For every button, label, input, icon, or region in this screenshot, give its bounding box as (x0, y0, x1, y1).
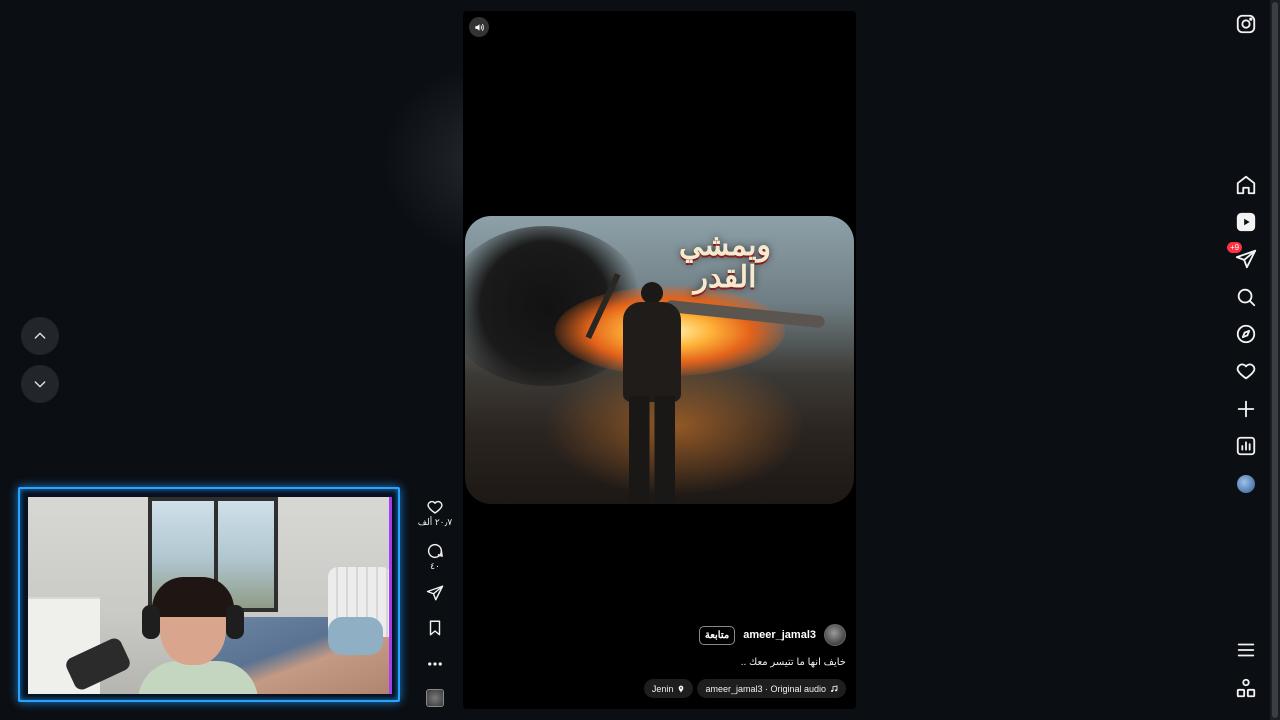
comments-count: ٤٠ (430, 561, 440, 571)
audio-chip[interactable]: ameer_jamal3 · Original audio (697, 679, 846, 698)
plus-icon (1237, 400, 1255, 418)
comment-button[interactable]: ٤٠ (419, 542, 451, 572)
nav-search[interactable] (1233, 284, 1259, 310)
chart-icon (1236, 436, 1256, 456)
bookmark-icon (429, 620, 441, 636)
streamer-figure (138, 577, 258, 694)
avatar-icon (1237, 475, 1255, 493)
author-avatar[interactable] (824, 624, 846, 646)
follow-button[interactable]: متابعة (698, 625, 736, 645)
reel-chips: ameer_jamal3 · Original audio Jenin (643, 679, 846, 698)
messages-badge: +9 (1227, 242, 1243, 253)
audio-label: ameer_jamal3 · Original audio (705, 683, 826, 694)
nav-also-from-meta[interactable] (1233, 675, 1259, 701)
chevron-down-icon (34, 381, 46, 388)
soldier-figure (623, 302, 681, 402)
save-button[interactable] (419, 619, 451, 637)
speaker-icon (474, 23, 484, 31)
nav-home[interactable] (1233, 172, 1259, 198)
location-chip[interactable]: Jenin (643, 679, 694, 698)
apps-icon (1236, 678, 1256, 698)
music-note-icon (831, 685, 838, 692)
chevron-up-icon (34, 332, 46, 339)
send-icon (426, 585, 444, 601)
audio-page-button[interactable] (419, 689, 451, 707)
location-pin-icon (679, 685, 684, 692)
search-icon (1237, 288, 1256, 307)
nav-more[interactable] (1233, 637, 1259, 663)
home-icon (1236, 175, 1256, 195)
ellipsis-icon (428, 662, 442, 666)
video-frame: ويمشي القدر (465, 216, 854, 504)
comment-icon (427, 543, 443, 559)
more-options-button[interactable] (419, 655, 451, 673)
page-scrollbar[interactable] (1270, 0, 1280, 720)
audio-thumbnail (426, 689, 444, 707)
instagram-icon (1236, 14, 1256, 34)
next-reel-button[interactable] (21, 365, 59, 403)
nav-explore[interactable] (1233, 321, 1259, 347)
nav-messages[interactable]: +9 (1227, 242, 1259, 272)
heart-icon (427, 500, 443, 514)
nav-dashboard[interactable] (1233, 433, 1259, 459)
author-row: ameer_jamal3 متابعة (698, 624, 846, 646)
reel-player[interactable]: ويمشي القدر ameer_jamal3 متابعة خايف انه… (463, 11, 856, 709)
previous-reel-button[interactable] (21, 317, 59, 355)
location-label: Jenin (651, 683, 674, 694)
author-name[interactable]: ameer_jamal3 (743, 629, 816, 641)
menu-icon (1237, 643, 1255, 657)
likes-count: ٢٠٫٧ ألف (417, 517, 453, 527)
compass-icon (1236, 324, 1256, 344)
like-button[interactable]: ٢٠٫٧ ألف (417, 498, 453, 528)
nav-notifications[interactable] (1233, 358, 1259, 384)
nav-reels[interactable] (1233, 209, 1259, 235)
volume-button[interactable] (469, 17, 489, 37)
reels-icon (1236, 212, 1256, 232)
nav-create[interactable] (1233, 396, 1259, 422)
heart-icon (1236, 363, 1256, 380)
instagram-logo[interactable] (1233, 11, 1259, 37)
webcam-feed (28, 497, 392, 694)
nav-profile[interactable] (1233, 471, 1259, 497)
webcam-overlay (18, 487, 400, 702)
video-title-art: ويمشي القدر (679, 228, 771, 295)
reel-caption: خايف انها ما تتيسر معك .. (740, 657, 846, 668)
share-button[interactable] (419, 584, 451, 602)
